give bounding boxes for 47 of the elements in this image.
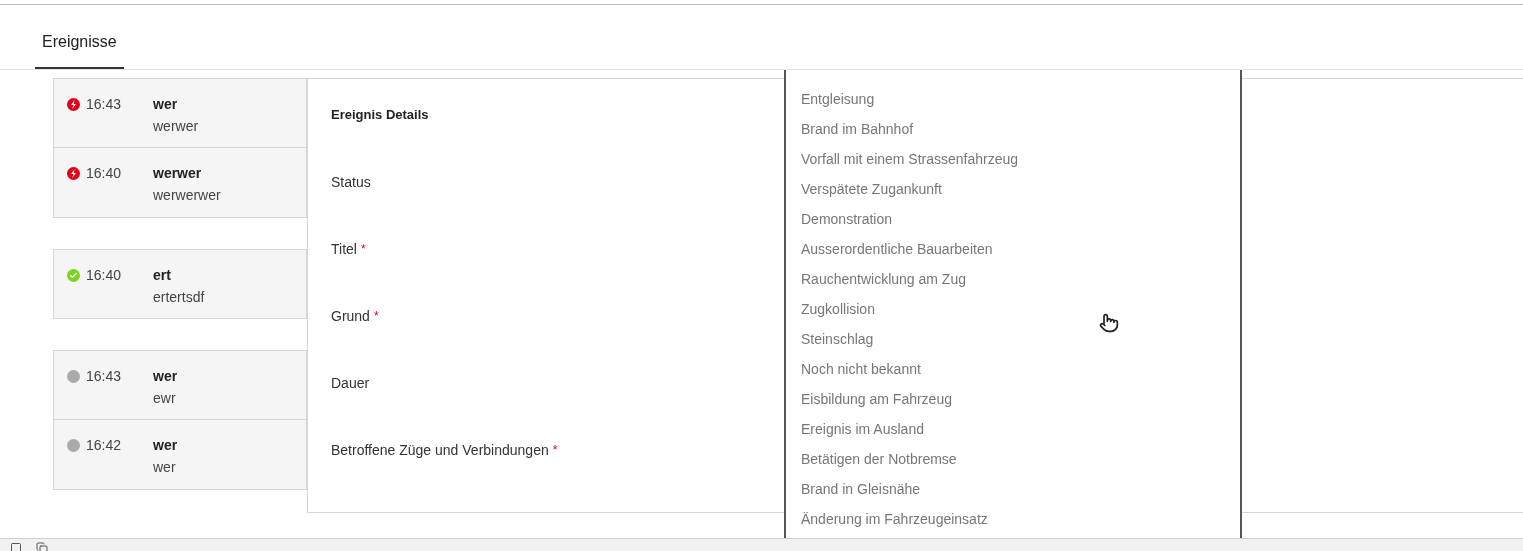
hand-cursor-icon	[1099, 313, 1119, 333]
event-item[interactable]: 16:42 wer wer	[53, 420, 307, 490]
dropdown-option[interactable]: Entgleisung	[801, 84, 1240, 114]
field-label: Grund	[331, 306, 370, 326]
event-item[interactable]: 16:40 werwer werwerwer	[53, 148, 307, 218]
field-label: Titel	[331, 239, 357, 259]
dropdown-option[interactable]: Vorfall mit einem Strassenfahrzeug	[801, 144, 1240, 174]
dropdown-option[interactable]: Brand im Bahnhof	[801, 114, 1240, 144]
event-title: ert	[153, 266, 172, 284]
required-mark: *	[360, 241, 366, 258]
event-description: werwer	[153, 117, 199, 135]
required-mark: *	[373, 308, 379, 325]
event-title: wer	[153, 436, 178, 454]
event-time: 16:42	[86, 436, 123, 454]
details-title: Ereignis Details	[331, 106, 430, 124]
event-time: 16:40	[86, 266, 123, 284]
dropdown-option[interactable]: Verspätete Zugankunft	[801, 174, 1240, 204]
event-description: wer	[153, 458, 177, 476]
dropdown-option[interactable]: Steinschlag	[801, 324, 1240, 354]
dropdown-option[interactable]: Ausserordentliche Bauarbeiten	[801, 234, 1240, 264]
event-title: wer	[153, 367, 178, 385]
required-mark: *	[552, 442, 558, 459]
event-description: ewr	[153, 389, 177, 407]
event-time: 16:43	[86, 367, 123, 385]
field-label: Betroffene Züge und Verbindungen	[331, 440, 549, 460]
event-item[interactable]: 16:43 wer ewr	[53, 350, 307, 420]
event-time: 16:40	[86, 164, 123, 182]
event-title: wer	[153, 95, 179, 113]
event-item[interactable]: 16:40 ert ertertsdf	[53, 249, 307, 319]
dropdown-option[interactable]: Änderung im Fahrzeugeinsatz	[801, 504, 1240, 534]
dropdown-option[interactable]: Betätigen der Notbremse	[801, 444, 1240, 474]
dropdown-option[interactable]: Noch nicht bekannt	[801, 354, 1240, 384]
dropdown-option[interactable]: Zugkollision	[801, 294, 1240, 324]
field-label: Status	[331, 172, 371, 192]
dropdown-option[interactable]: Rauchentwicklung am Zug	[801, 264, 1240, 294]
dropdown-option[interactable]: Brand in Gleisnähe	[801, 474, 1240, 504]
dropdown-option[interactable]: Eisbildung am Fahrzeug	[801, 384, 1240, 414]
tab[interactable]: Ereignisse	[35, 12, 124, 69]
dropdown-option[interactable]: Demonstration	[801, 204, 1240, 234]
copy-icon[interactable]	[36, 542, 48, 551]
dropdown-option[interactable]: Ereignis im Ausland	[801, 414, 1240, 444]
field-label: Dauer	[331, 373, 370, 393]
event-title: werwer	[153, 164, 203, 182]
event-description: werwerwer	[153, 186, 221, 204]
event-item[interactable]: 16:43 wer werwer	[53, 78, 307, 148]
event-time: 16:43	[86, 95, 123, 113]
event-description: ertertsdf	[153, 288, 205, 306]
